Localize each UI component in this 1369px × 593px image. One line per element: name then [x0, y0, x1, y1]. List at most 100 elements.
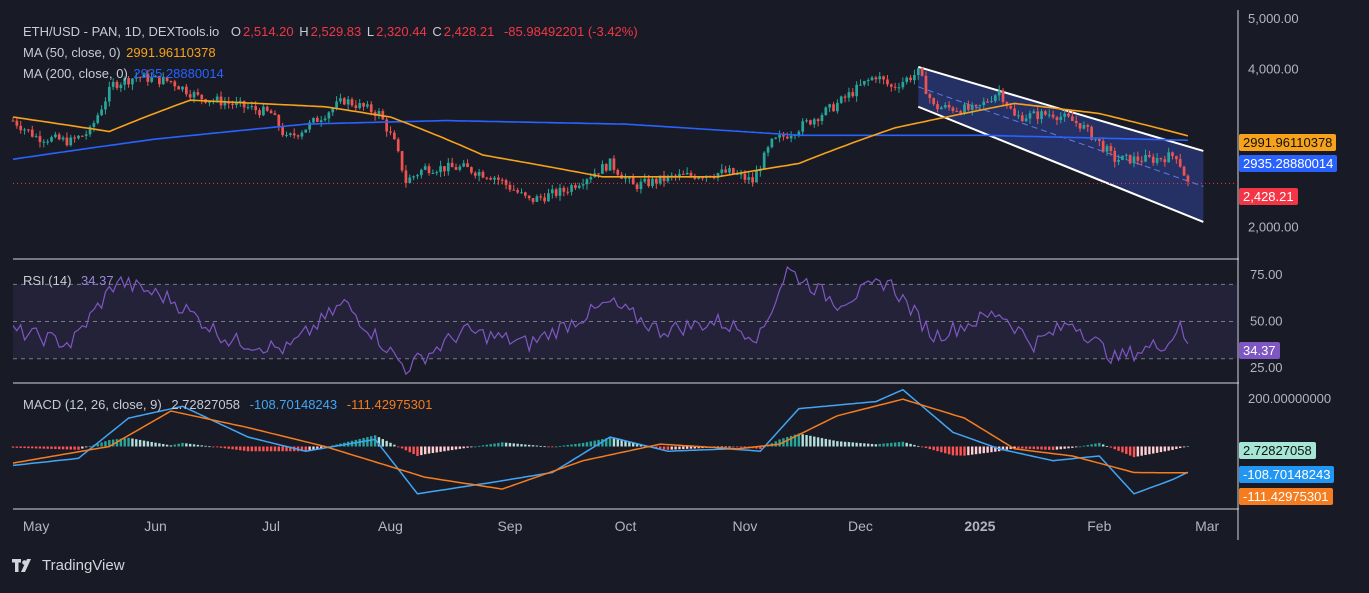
macd-histogram-bar [200, 445, 203, 447]
macd-histogram-bar [786, 437, 789, 447]
macd-histogram-bar [682, 446, 685, 450]
candle-body [119, 84, 123, 89]
candle-body [743, 173, 747, 180]
candle-body [500, 179, 504, 181]
candle-body [566, 191, 570, 193]
macd-histogram-bar [177, 443, 180, 447]
macd-histogram-bar [1067, 446, 1070, 449]
candle-body [477, 171, 481, 176]
macd-histogram-bar [928, 446, 932, 450]
macd-histogram-bar [84, 446, 88, 448]
candle-body [1186, 175, 1190, 182]
candle-body [1132, 156, 1136, 164]
candle-body [181, 86, 184, 90]
candle-body [601, 164, 604, 174]
candle-body [188, 94, 192, 98]
candle-body [223, 102, 227, 106]
macd-histogram-bar [936, 446, 939, 452]
ohlc-legend: ETH/USD - PAN, 1D, DEXTools.io O 2,514.20… [23, 24, 640, 39]
macd-histogram-bar [624, 441, 627, 447]
candle-body [1163, 159, 1167, 163]
macd-histogram-bar [135, 439, 138, 447]
macd-histogram-bar [982, 446, 985, 454]
candle-body [766, 147, 770, 153]
macd-histogram-bar [481, 445, 485, 447]
macd-histogram-bar [31, 446, 34, 449]
macd-legend[interactable]: MACD (12, 26, close, 9) 2.72827058 -108.… [23, 397, 434, 412]
macd-histogram-bar [855, 442, 858, 447]
candle-body [1101, 140, 1105, 152]
macd-histogram-bar [42, 446, 46, 449]
candle-body [489, 178, 493, 180]
macd-histogram-bar [932, 446, 935, 451]
candle-body [1144, 154, 1147, 162]
candle-body [936, 104, 939, 110]
candle-body [1024, 118, 1028, 122]
candle-body [893, 86, 897, 88]
macd-histogram-bar [212, 446, 215, 448]
candle-body [115, 81, 119, 89]
tradingview-footer[interactable]: TradingView [12, 557, 125, 574]
candle-body [431, 172, 435, 174]
candle-body [1082, 125, 1086, 129]
candle-body [319, 120, 323, 122]
macd-histogram-bar [262, 446, 265, 452]
candle-body [974, 104, 978, 106]
candle-body [801, 121, 805, 132]
ma200-legend[interactable]: MA (200, close, 0) 2935.28880014 [23, 66, 226, 81]
candle-body [535, 196, 539, 202]
candle-body [809, 120, 812, 125]
candle-body [905, 77, 909, 82]
chart-root[interactable]: 5,000.00 4,000.00 2,000.00 75.00 50.00 25.00 2… [0, 0, 1369, 588]
candle-body [651, 178, 654, 186]
candle-body [520, 192, 523, 194]
candle-body [54, 134, 57, 138]
candle-body [805, 120, 808, 122]
macd-histogram-bar [435, 446, 438, 453]
candle-body [358, 103, 362, 109]
candle-body [574, 185, 577, 188]
candle-body [366, 104, 369, 107]
rsi-legend[interactable]: RSI (14) 34.37 [23, 273, 116, 288]
ma50-legend[interactable]: MA (50, close, 0) 2991.96110378 [23, 45, 218, 60]
macd-histogram-bar [882, 443, 885, 447]
candle-body [19, 125, 23, 131]
macd-histogram-bar [874, 444, 878, 447]
candle-body [1178, 159, 1182, 167]
macd-histogram-bar [554, 446, 558, 448]
rsi-value: 34.37 [81, 273, 114, 288]
macd-histogram-bar [215, 446, 219, 448]
macd-histogram-bar [847, 442, 851, 447]
macd-histogram-bar [146, 441, 150, 447]
macd-histogram-bar [258, 446, 261, 452]
macd-histogram-bar [986, 446, 989, 453]
candle-body [812, 119, 816, 125]
price-tick-label: 2,000.00 [1248, 220, 1299, 235]
last-price-tag: 2,428.21 [1239, 188, 1298, 205]
candle-body [1074, 120, 1078, 124]
candle-body [909, 77, 912, 81]
candle-body [285, 134, 288, 136]
macd-histogram-bar [890, 442, 893, 447]
candle-body [947, 104, 951, 108]
macd-histogram-bar [897, 442, 901, 447]
macd-histogram-bar [181, 442, 184, 447]
candle-body [504, 180, 508, 185]
macd-histogram-bar [447, 446, 450, 451]
macd-histogram-bar [227, 446, 230, 449]
candle-body [396, 139, 400, 152]
candle-body [859, 84, 862, 86]
chart-canvas[interactable]: 5,000.00 4,000.00 2,000.00 75.00 50.00 25.00 2… [0, 0, 1369, 588]
macd-histogram-bar [974, 446, 978, 455]
macd-histogram-bar [443, 446, 446, 452]
macd-histogram-bar [893, 442, 897, 447]
macd-histogram-bar [1132, 446, 1136, 458]
macd-hist-value: 2.72827058 [171, 397, 241, 412]
candle-body [924, 75, 928, 95]
tradingview-logo-icon [12, 558, 31, 572]
macd-histogram-bar [273, 446, 277, 452]
macd-histogram-bar [581, 442, 585, 447]
macd-histogram-bar [967, 446, 970, 456]
candle-body [335, 101, 338, 109]
macd-histogram-bar [493, 443, 496, 447]
